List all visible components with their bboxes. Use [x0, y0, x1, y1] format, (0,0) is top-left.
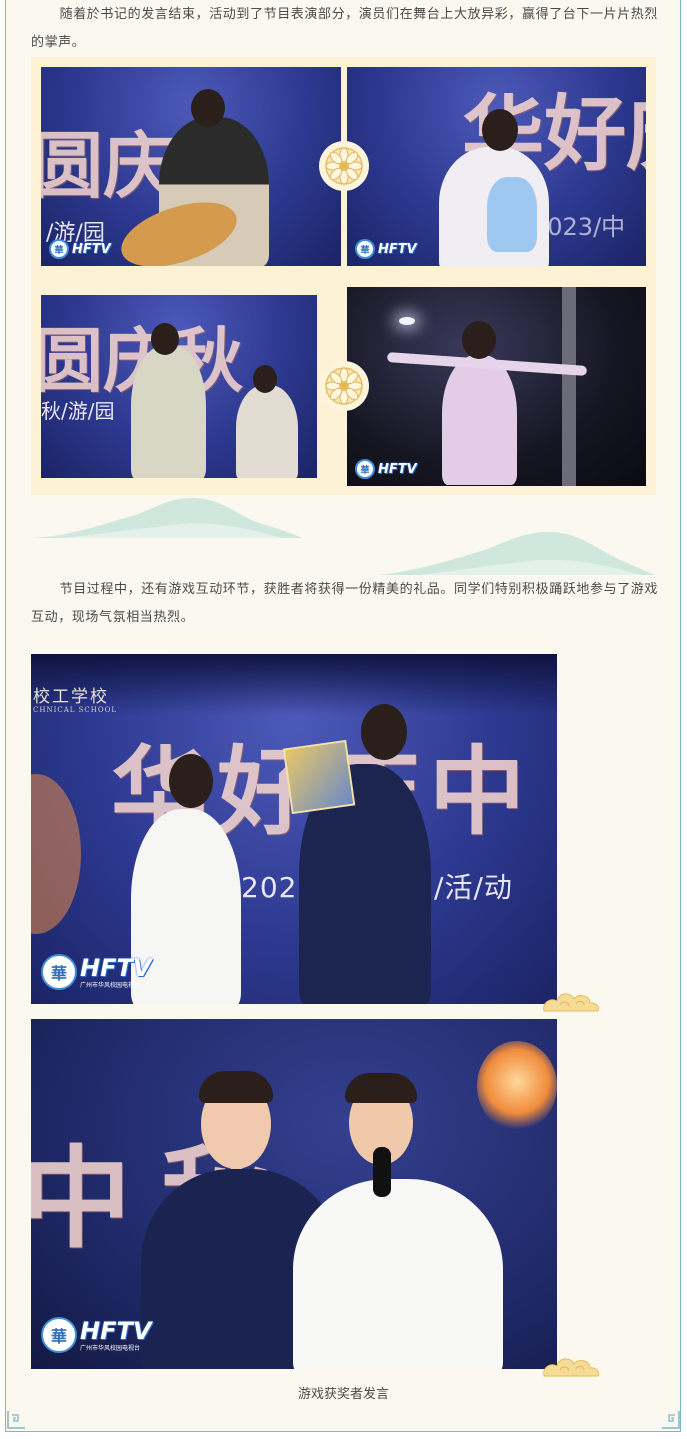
photo-caption: 游戏获奖者发言	[297, 1387, 389, 1402]
logo-text: HFTV	[80, 1316, 152, 1345]
logo-text: HFTV	[378, 241, 417, 257]
dancer-figure	[442, 355, 517, 485]
sky-lantern	[477, 1041, 557, 1131]
photo-winner-speech[interactable]: 中秋 華 HFTV 广州市华风校园电视台	[31, 1019, 557, 1369]
photo-hanfu-performers[interactable]: 圆庆秋 秋/游/园	[41, 295, 317, 478]
student-hair	[345, 1073, 417, 1103]
hftv-logo: 華 HFTV	[49, 239, 111, 259]
paragraph-performance: 随着於书记的发言结束，活动到了节目表演部分，演员们在舞台上大放异彩，赢得了台下一…	[31, 7, 658, 50]
banner-subtitle: 秋/游/园	[41, 399, 115, 423]
hftv-logo: 華 HFTV	[355, 459, 417, 479]
microphone	[373, 1147, 391, 1197]
auspicious-cloud-icon	[543, 1358, 599, 1377]
prize-box	[282, 739, 356, 815]
stage-backdrop: 圆庆秋 秋/游/园	[41, 295, 317, 478]
stage-backdrop: 校工学校 CHNICAL SCHOOL 华好庆中 2023/中 游/园/活/动 …	[31, 654, 557, 1004]
logo-glyph: 華	[355, 459, 375, 479]
auspicious-cloud-icon	[543, 993, 599, 1012]
student-figure	[293, 1179, 503, 1369]
chrysanthemum-icon	[319, 361, 369, 411]
mountain-wave-icon	[32, 498, 302, 538]
logo-text: HFTV	[378, 461, 417, 477]
logo-glyph: 華	[355, 239, 375, 259]
logo-glyph: 華	[41, 954, 77, 990]
photo-guitar-performer[interactable]: 圆庆秋 /游/园 華 HFTV	[41, 67, 341, 266]
stage-backdrop: 圆庆秋 /游/园 華 HFTV	[41, 67, 341, 266]
pole	[562, 287, 576, 486]
logo-text: HFTV	[80, 953, 152, 982]
host-hair	[199, 1071, 273, 1103]
logo-glyph: 華	[49, 239, 69, 259]
night-backdrop: 華 HFTV	[347, 287, 646, 486]
bouquet	[487, 177, 537, 252]
hftv-logo: 華 HFTV 广州市华风校园电视台	[41, 954, 151, 990]
moon-glow	[31, 774, 81, 934]
corner-ornament-icon	[7, 1411, 25, 1429]
logo-tagline: 广州市华风校园电视台	[80, 981, 141, 989]
performer-head	[151, 323, 179, 355]
logo-text: HFTV	[72, 241, 111, 257]
performer-head	[253, 365, 277, 393]
corner-ornament-icon	[662, 1411, 680, 1429]
street-lamp	[399, 317, 415, 325]
school-name-en: CHNICAL SCHOOL	[33, 706, 118, 714]
host-head	[361, 704, 407, 760]
student-head	[169, 754, 213, 808]
photo-singer[interactable]: 华好庆 2023/中 華 HFTV	[347, 67, 646, 266]
top-shadow	[31, 654, 557, 714]
stage-backdrop: 华好庆 2023/中 華 HFTV	[347, 67, 646, 266]
logo-glyph: 華	[41, 1317, 77, 1353]
logo-tagline: 广州市华风校园电视台	[80, 1344, 141, 1352]
school-name: 校工学校	[33, 687, 109, 707]
photo-host-with-prize[interactable]: 校工学校 CHNICAL SCHOOL 华好庆中 2023/中 游/园/活/动 …	[31, 654, 557, 1004]
photo-dancer[interactable]: 華 HFTV	[347, 287, 646, 486]
hftv-logo: 華 HFTV 广州市华风校园电视台	[41, 1317, 151, 1353]
stage-backdrop: 中秋 華 HFTV 广州市华风校园电视台	[31, 1019, 557, 1369]
dancer-head	[462, 321, 496, 359]
hftv-logo: 華 HFTV	[355, 239, 417, 259]
performer-figure	[236, 385, 298, 478]
performer-head	[191, 89, 225, 127]
paragraph-game: 节目过程中，还有游戏互动环节，获胜者将获得一份精美的礼品。同学们特别积极踊跃地参…	[31, 582, 658, 625]
performer-figure	[131, 345, 206, 478]
chrysanthemum-icon	[319, 141, 369, 191]
singer-head	[482, 109, 518, 151]
mountain-wave-icon	[380, 532, 655, 575]
